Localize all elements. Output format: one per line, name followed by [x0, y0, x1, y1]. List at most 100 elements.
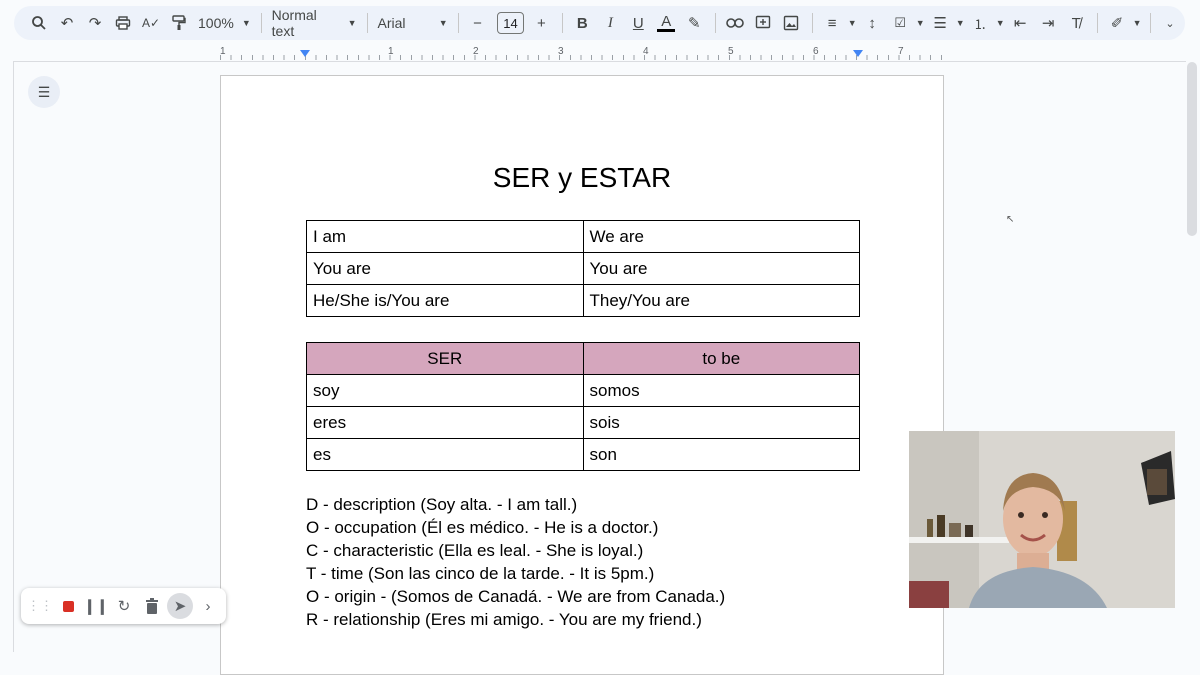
divider	[715, 13, 717, 33]
table-cell[interactable]: eres	[306, 406, 584, 439]
style-select[interactable]: Normal text ▼	[268, 7, 361, 39]
decrease-indent-icon[interactable]: ⇤	[1007, 10, 1033, 36]
vertical-scrollbar[interactable]	[1187, 62, 1197, 236]
insert-image-icon[interactable]	[778, 10, 804, 36]
collapse-toolbar-icon[interactable]: ⌄	[1157, 10, 1183, 36]
ruler-ticks	[220, 55, 944, 60]
italic-icon[interactable]: I	[597, 10, 623, 36]
table-row: eres sois	[306, 406, 860, 439]
zoom-value: 100%	[198, 15, 234, 31]
increase-indent-icon[interactable]: ⇥	[1035, 10, 1061, 36]
table-cell[interactable]: son	[582, 438, 860, 471]
chevron-down-icon[interactable]: ▼	[995, 10, 1005, 36]
document-title: SER y ESTAR	[492, 162, 672, 193]
horizontal-ruler[interactable]: 1 1 2 3 4 5 6 7	[220, 44, 944, 62]
redo-icon[interactable]: ↷	[82, 10, 108, 36]
checklist-icon[interactable]: ☑	[887, 10, 913, 36]
paint-format-icon[interactable]	[166, 10, 192, 36]
search-icon[interactable]	[26, 10, 52, 36]
list-item[interactable]: C - characteristic (Ella es leal. - She …	[306, 539, 725, 562]
chevron-down-icon: ▼	[438, 18, 448, 28]
clear-formatting-icon[interactable]: T̸	[1063, 10, 1089, 36]
list-item[interactable]: O - origin - (Somos de Canadá. - We are …	[306, 585, 725, 608]
chevron-down-icon[interactable]: ▼	[915, 10, 925, 36]
link-icon[interactable]	[722, 10, 748, 36]
ruler-label: 3	[558, 46, 564, 57]
mouse-cursor-icon: ↖	[1006, 214, 1015, 225]
text-color-icon[interactable]: A	[653, 10, 679, 36]
add-comment-icon[interactable]	[750, 10, 776, 36]
ruler-label: 6	[813, 46, 819, 57]
table-cell[interactable]: They/You are	[582, 284, 860, 317]
pause-icon[interactable]: ❙❙	[83, 593, 109, 619]
table-cell[interactable]: somos	[582, 374, 860, 407]
table-cell[interactable]: I am	[306, 220, 584, 253]
divider	[13, 61, 1186, 62]
bold-icon[interactable]: B	[569, 10, 595, 36]
table-cell[interactable]: We are	[582, 220, 860, 253]
font-size-input[interactable]: 14	[496, 12, 525, 34]
table-row: He/She is/You are They/You are	[306, 284, 860, 317]
table-header-row: SER to be	[306, 342, 860, 375]
table-cell[interactable]: soy	[306, 374, 584, 407]
divider	[1097, 13, 1099, 33]
table-row: soy somos	[306, 374, 860, 407]
formatting-toolbar: ↶ ↷ A✓ 100% ▼ Normal text ▼ Arial ▼ − 14 + …	[14, 6, 1185, 40]
divider	[13, 61, 14, 652]
chevron-down-icon[interactable]: ▼	[955, 10, 965, 36]
restart-icon[interactable]: ↻	[111, 593, 137, 619]
webcam-overlay[interactable]	[909, 431, 1175, 608]
editing-mode-icon[interactable]: ✐	[1104, 10, 1130, 36]
table-cell[interactable]: He/She is/You are	[306, 284, 584, 317]
chevron-right-icon[interactable]: ›	[195, 593, 221, 619]
stop-icon	[62, 600, 74, 612]
stop-recording-button[interactable]	[55, 593, 81, 619]
bulleted-list-icon[interactable]: ☰	[927, 10, 953, 36]
numbered-list-icon[interactable]: ⒈	[967, 10, 993, 36]
divider	[562, 13, 564, 33]
align-left-icon[interactable]: ≡	[819, 10, 845, 36]
undo-icon[interactable]: ↶	[54, 10, 80, 36]
ruler-label: 1	[388, 46, 394, 57]
ruler-label: 2	[473, 46, 479, 57]
increase-font-size-button[interactable]: +	[528, 10, 554, 36]
spellcheck-icon[interactable]: A✓	[138, 10, 164, 36]
table-header-cell[interactable]: to be	[582, 342, 860, 375]
table-row: es son	[306, 438, 860, 471]
chevron-down-icon[interactable]: ▼	[1132, 10, 1142, 36]
highlight-icon[interactable]: ✎	[681, 10, 707, 36]
divider	[457, 13, 459, 33]
table-cell[interactable]: es	[306, 438, 584, 471]
print-icon[interactable]	[110, 10, 136, 36]
doctor-mnemonic-list: D - description (Soy alta. - I am tall.)…	[306, 493, 725, 631]
list-item[interactable]: R - relationship (Eres mi amigo. - You a…	[306, 608, 725, 631]
list-item[interactable]: D - description (Soy alta. - I am tall.)	[306, 493, 725, 516]
table-header-cell[interactable]: SER	[306, 342, 584, 375]
delete-icon[interactable]	[139, 593, 165, 619]
zoom-select[interactable]: 100% ▼	[194, 10, 255, 36]
table-cell[interactable]: sois	[582, 406, 860, 439]
style-value: Normal text	[271, 7, 317, 39]
list-item[interactable]: O - occupation (Él es médico. - He is a …	[306, 516, 725, 539]
table-cell[interactable]: You are	[306, 252, 584, 285]
line-spacing-icon[interactable]: ↕	[859, 10, 885, 36]
right-indent-marker[interactable]	[853, 50, 863, 57]
document-page[interactable]: SER y ESTAR I am We are You are You are …	[220, 75, 944, 675]
table-row: You are You are	[306, 252, 860, 285]
left-indent-marker[interactable]	[300, 50, 310, 57]
cursor-highlight-icon[interactable]: ➤	[167, 593, 193, 619]
divider	[812, 13, 814, 33]
divider	[260, 13, 262, 33]
underline-icon[interactable]: U	[625, 10, 651, 36]
chevron-down-icon[interactable]: ▼	[847, 10, 857, 36]
table-cell[interactable]: You are	[582, 252, 860, 285]
font-select[interactable]: Arial ▼	[373, 10, 451, 36]
chevron-down-icon: ▼	[241, 18, 251, 28]
decrease-font-size-button[interactable]: −	[465, 10, 491, 36]
webcam-video-icon	[909, 431, 1175, 608]
table-row: I am We are	[306, 220, 860, 253]
list-item[interactable]: T - time (Son las cinco de la tarde. - I…	[306, 562, 725, 585]
drag-handle-icon[interactable]: ⋮⋮	[27, 593, 53, 619]
document-outline-icon[interactable]: ☰	[28, 76, 60, 108]
font-value: Arial	[377, 15, 406, 31]
